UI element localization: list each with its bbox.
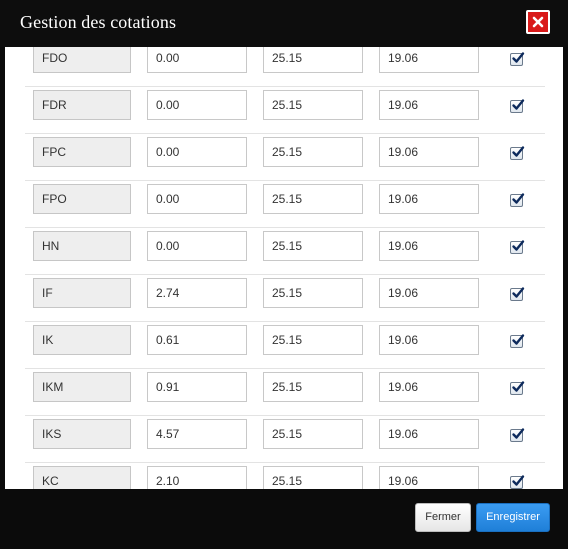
checkmark-icon <box>512 99 525 110</box>
value-field-3[interactable]: 19.06 <box>379 47 479 73</box>
value-field-1[interactable]: 2.10 <box>147 466 247 489</box>
checkmark-icon <box>512 193 525 204</box>
row-checkbox[interactable] <box>510 146 525 160</box>
value-field-1[interactable]: 0.91 <box>147 372 247 402</box>
value-field-3[interactable]: 19.06 <box>379 372 479 402</box>
row-checkbox[interactable] <box>510 99 525 113</box>
value-field-1[interactable]: 0.00 <box>147 137 247 167</box>
row-checkbox[interactable] <box>510 334 525 348</box>
value-field-1[interactable]: 0.00 <box>147 231 247 261</box>
value-field-3[interactable]: 19.06 <box>379 325 479 355</box>
value-field-2[interactable]: 25.15 <box>263 47 363 73</box>
value-field-2[interactable]: 25.15 <box>263 184 363 214</box>
cotations-list[interactable]: FDO 0.00 25.15 19.06 FDR 0.00 25.15 19.06 FPC 0.0… <box>5 47 563 489</box>
row-checkbox[interactable] <box>510 193 525 207</box>
code-field: IKS <box>33 419 131 449</box>
table-row: HN 0.00 25.15 19.06 <box>25 227 545 275</box>
table-row: IKM 0.91 25.15 19.06 <box>25 368 545 416</box>
value-field-2[interactable]: 25.15 <box>263 466 363 489</box>
code-field: FDR <box>33 90 131 120</box>
code-field: HN <box>33 231 131 261</box>
table-row: FPO 0.00 25.15 19.06 <box>25 180 545 228</box>
table-row: FDR 0.00 25.15 19.06 <box>25 86 545 134</box>
code-field: KC <box>33 466 131 489</box>
value-field-1[interactable]: 0.00 <box>147 90 247 120</box>
value-field-1[interactable]: 0.00 <box>147 184 247 214</box>
checkmark-icon <box>512 287 525 298</box>
checkmark-icon <box>512 381 525 392</box>
code-field: IK <box>33 325 131 355</box>
checkmark-icon <box>512 52 525 63</box>
dialog-title: Gestion des cotations <box>20 12 177 32</box>
checkmark-icon <box>512 146 525 157</box>
value-field-3[interactable]: 19.06 <box>379 184 479 214</box>
value-field-3[interactable]: 19.06 <box>379 231 479 261</box>
cotations-dialog: Gestion des cotations FDO 0.00 25.15 19.06 F… <box>0 0 568 549</box>
row-checkbox[interactable] <box>510 287 525 301</box>
row-checkbox[interactable] <box>510 381 525 395</box>
value-field-2[interactable]: 25.15 <box>263 419 363 449</box>
row-checkbox[interactable] <box>510 475 525 489</box>
close-button[interactable] <box>526 10 550 34</box>
dialog-header: Gestion des cotations <box>0 0 568 47</box>
checkmark-icon <box>512 334 525 345</box>
table-row: IKS 4.57 25.15 19.06 <box>25 415 545 463</box>
dialog-footer: Fermer Enregistrer <box>0 489 568 549</box>
value-field-1[interactable]: 2.74 <box>147 278 247 308</box>
checkmark-icon <box>512 475 525 486</box>
close-icon <box>532 16 544 28</box>
table-row: FDO 0.00 25.15 19.06 <box>25 47 545 87</box>
table-row: IF 2.74 25.15 19.06 <box>25 274 545 322</box>
value-field-3[interactable]: 19.06 <box>379 90 479 120</box>
value-field-3[interactable]: 19.06 <box>379 278 479 308</box>
table-row: KC 2.10 25.15 19.06 <box>25 462 545 489</box>
value-field-3[interactable]: 19.06 <box>379 137 479 167</box>
value-field-2[interactable]: 25.15 <box>263 372 363 402</box>
value-field-1[interactable]: 0.61 <box>147 325 247 355</box>
value-field-3[interactable]: 19.06 <box>379 466 479 489</box>
value-field-2[interactable]: 25.15 <box>263 231 363 261</box>
fermer-button[interactable]: Fermer <box>415 503 471 532</box>
value-field-2[interactable]: 25.15 <box>263 325 363 355</box>
checkmark-icon <box>512 240 525 251</box>
value-field-2[interactable]: 25.15 <box>263 278 363 308</box>
row-checkbox[interactable] <box>510 428 525 442</box>
row-checkbox[interactable] <box>510 240 525 254</box>
value-field-3[interactable]: 19.06 <box>379 419 479 449</box>
value-field-1[interactable]: 0.00 <box>147 47 247 73</box>
checkmark-icon <box>512 428 525 439</box>
value-field-2[interactable]: 25.15 <box>263 137 363 167</box>
code-field: FPO <box>33 184 131 214</box>
enregistrer-button[interactable]: Enregistrer <box>476 503 550 532</box>
row-checkbox[interactable] <box>510 52 525 66</box>
code-field: IKM <box>33 372 131 402</box>
code-field: FPC <box>33 137 131 167</box>
table-row: IK 0.61 25.15 19.06 <box>25 321 545 369</box>
value-field-1[interactable]: 4.57 <box>147 419 247 449</box>
code-field: IF <box>33 278 131 308</box>
code-field: FDO <box>33 47 131 73</box>
value-field-2[interactable]: 25.15 <box>263 90 363 120</box>
table-row: FPC 0.00 25.15 19.06 <box>25 133 545 181</box>
